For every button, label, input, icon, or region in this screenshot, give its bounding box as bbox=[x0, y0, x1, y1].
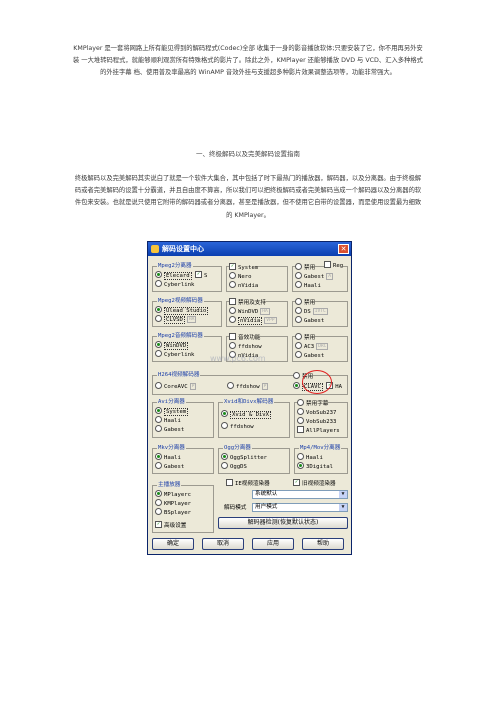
radio-cyberlink[interactable]: Cyberlink bbox=[155, 280, 194, 289]
dialog-titlebar[interactable]: 解码设置中心 ✕ bbox=[148, 242, 351, 256]
radio-haali-mp4[interactable]: Haali bbox=[297, 453, 323, 462]
radio-disable-3[interactable]: 禁用 bbox=[295, 333, 316, 342]
group-disable-3: 禁用 AC3 DRC Gabest bbox=[292, 333, 348, 362]
dialog-title: 解码设置中心 bbox=[162, 245, 204, 253]
radio-windvd[interactable]: WinDVD HA bbox=[229, 307, 270, 316]
ok-button[interactable]: 确定 bbox=[152, 538, 194, 550]
decoder-detect-button[interactable]: 解码器检测(恢复默认状态) bbox=[218, 517, 348, 529]
radio-nvidia[interactable]: nVidia bbox=[229, 281, 258, 290]
section-heading: 一、终极解码以及完美解码设置指南 bbox=[196, 150, 300, 158]
radio-cyberlink-audio[interactable]: Cyberlink bbox=[155, 350, 194, 359]
check-old-renderer[interactable]: ✓ 旧视频渲染器 bbox=[293, 479, 336, 488]
radio-ds[interactable]: DS IVTC bbox=[295, 307, 328, 316]
group-disable-pro: 禁用及支持 WinDVD HA nVidia VPP bbox=[226, 298, 288, 327]
chevron-down-icon: ▼ bbox=[339, 491, 347, 498]
group-xvid-divx: Xvid和Divx解码器 Xvid & DivX ffdshow bbox=[218, 399, 290, 438]
intro-paragraph: KMPlayer 是一套将网路上所有能见得到的解码程式(Codec)全部 收集于… bbox=[73, 45, 423, 77]
mode-label: 解码模式 bbox=[224, 505, 247, 511]
radio-xvid-divx[interactable]: Xvid & DivX bbox=[221, 410, 272, 419]
radio-ac3[interactable]: AC3 DRC bbox=[295, 342, 329, 351]
radio-nvidia-video[interactable]: nVidia VPP bbox=[229, 316, 277, 325]
group-ogg-splitter: Ogg分离器 OggSplitter OggDS bbox=[218, 445, 290, 474]
check-disable-pro[interactable]: 禁用及支持 bbox=[229, 298, 266, 307]
check-reg[interactable]: Reg bbox=[324, 261, 344, 270]
radio-ffdshow-h264[interactable]: ffdshow P bbox=[227, 382, 269, 391]
group-title: Mp4/Mov分离器 bbox=[299, 445, 342, 452]
radio-coreavc[interactable]: CoreAVC P bbox=[155, 382, 197, 391]
radio-haali-mkv[interactable]: Haali bbox=[155, 453, 181, 462]
check-audio-feat[interactable]: 音效功能 bbox=[229, 333, 261, 342]
radio-windvd-audio[interactable]: WinDVD bbox=[155, 341, 189, 350]
app-icon bbox=[151, 245, 159, 253]
radio-ffdshow-xvid[interactable]: ffdshow bbox=[221, 422, 254, 431]
cancel-button[interactable]: 取消 bbox=[202, 538, 244, 550]
radio-gabest-avi[interactable]: Gabest bbox=[155, 425, 184, 434]
radio-3digital[interactable]: 3Digital bbox=[297, 462, 333, 471]
radio-clvsd[interactable]: CLVSD HA bbox=[155, 315, 197, 324]
radio-disable-2[interactable]: 禁用 bbox=[295, 298, 316, 307]
radio-bsplayer[interactable]: BSplayer bbox=[155, 508, 191, 517]
group-title: Mpeg2分离器 bbox=[157, 263, 193, 270]
radio-gabest[interactable]: Gabest A bbox=[295, 272, 333, 281]
group-mkv-splitter: Mkv分离器 Haali Gabest bbox=[152, 445, 214, 474]
body-paragraph: 终极解码以及完美解码其实说白了就是一个软件大集合，其中包括了时下最热门的播放器，… bbox=[74, 175, 422, 219]
group-avi-splitter: Avi分离器 System Haali Gabest bbox=[152, 399, 214, 438]
radio-gabest-mkv[interactable]: Gabest bbox=[155, 462, 184, 471]
radio-disable-subtitle[interactable]: 禁用字幕 bbox=[297, 399, 329, 408]
radio-system-avi[interactable]: System bbox=[155, 407, 189, 416]
group-system: ✓ System Nero nVidia bbox=[226, 263, 288, 292]
group-title: Avi分离器 bbox=[157, 399, 186, 406]
group-mp4-splitter: Mp4/Mov分离器 Haali 3Digital bbox=[294, 445, 348, 474]
check-ie-renderer[interactable]: IE视频渲染器 bbox=[226, 479, 270, 488]
decoder-settings-dialog: 解码设置中心 ✕ Mpeg2分离器 Elecard ✓ S Cyberlink ✓… bbox=[147, 241, 352, 555]
radio-oggds[interactable]: OggDS bbox=[221, 462, 247, 471]
chevron-down-icon: ▼ bbox=[339, 504, 347, 511]
radio-vobsub233[interactable]: VobSub233 bbox=[297, 417, 336, 426]
radio-oggsplitter[interactable]: OggSplitter bbox=[221, 453, 267, 462]
radio-haali-avi[interactable]: Haali bbox=[155, 416, 181, 425]
radio-ulead[interactable]: Ulead Studio bbox=[155, 306, 209, 315]
group-title: H264视频解码器 bbox=[157, 372, 201, 379]
group-title: Ogg分离器 bbox=[223, 445, 252, 452]
close-icon[interactable]: ✕ bbox=[338, 244, 349, 254]
radio-haali[interactable]: Haali bbox=[295, 281, 321, 290]
highlight-circle bbox=[302, 370, 332, 394]
radio-kmplayer[interactable]: KMPlayer bbox=[155, 499, 191, 508]
radio-ffdshow-audio[interactable]: ffdshow bbox=[229, 342, 262, 351]
group-disable-2: 禁用 DS IVTC Gabest bbox=[292, 298, 348, 327]
apply-button[interactable]: 应用 bbox=[252, 538, 294, 550]
group-title: Mpeg2视频解码器 bbox=[157, 298, 204, 305]
group-title: Mkv分离器 bbox=[157, 445, 186, 452]
group-mpeg2-splitter: Mpeg2分离器 Elecard ✓ S Cyberlink bbox=[152, 263, 222, 292]
radio-nero[interactable]: Nero bbox=[229, 272, 251, 281]
check-advanced[interactable]: ✓ 高级设置 bbox=[155, 521, 186, 530]
radio-elecard[interactable]: Elecard ✓ S bbox=[155, 271, 207, 280]
group-subtitle: 禁用字幕 VobSub237 VobSub233 AllPlayers bbox=[294, 399, 348, 438]
radio-gabest-2[interactable]: Gabest bbox=[295, 316, 324, 325]
radio-vobsub237[interactable]: VobSub237 bbox=[297, 408, 336, 417]
help-button[interactable]: 帮助 bbox=[302, 538, 344, 550]
group-title: Xvid和Divx解码器 bbox=[223, 399, 275, 406]
renderer-select[interactable]: 系统默认 ▼ bbox=[252, 490, 348, 499]
watermark: www.pc6.com bbox=[210, 354, 266, 363]
group-mpeg2-video: Mpeg2视频解码器 Ulead Studio CLVSD HA bbox=[152, 298, 222, 327]
group-title: 主播放器 bbox=[157, 482, 182, 489]
group-main-player: 主播放器 MPlayerc KMPlayer BSplayer ✓ 高级设置 bbox=[152, 482, 214, 533]
check-system[interactable]: ✓ System bbox=[229, 263, 259, 272]
radio-mplayerc[interactable]: MPlayerc bbox=[155, 490, 191, 499]
radio-disable[interactable]: 禁用 bbox=[295, 263, 316, 272]
check-allplayers[interactable]: AllPlayers bbox=[297, 426, 340, 435]
radio-gabest-3[interactable]: Gabest bbox=[295, 351, 324, 360]
group-title: Mpeg2音频解码器 bbox=[157, 333, 204, 340]
mode-select[interactable]: 用户模式 ▼ bbox=[252, 503, 348, 512]
